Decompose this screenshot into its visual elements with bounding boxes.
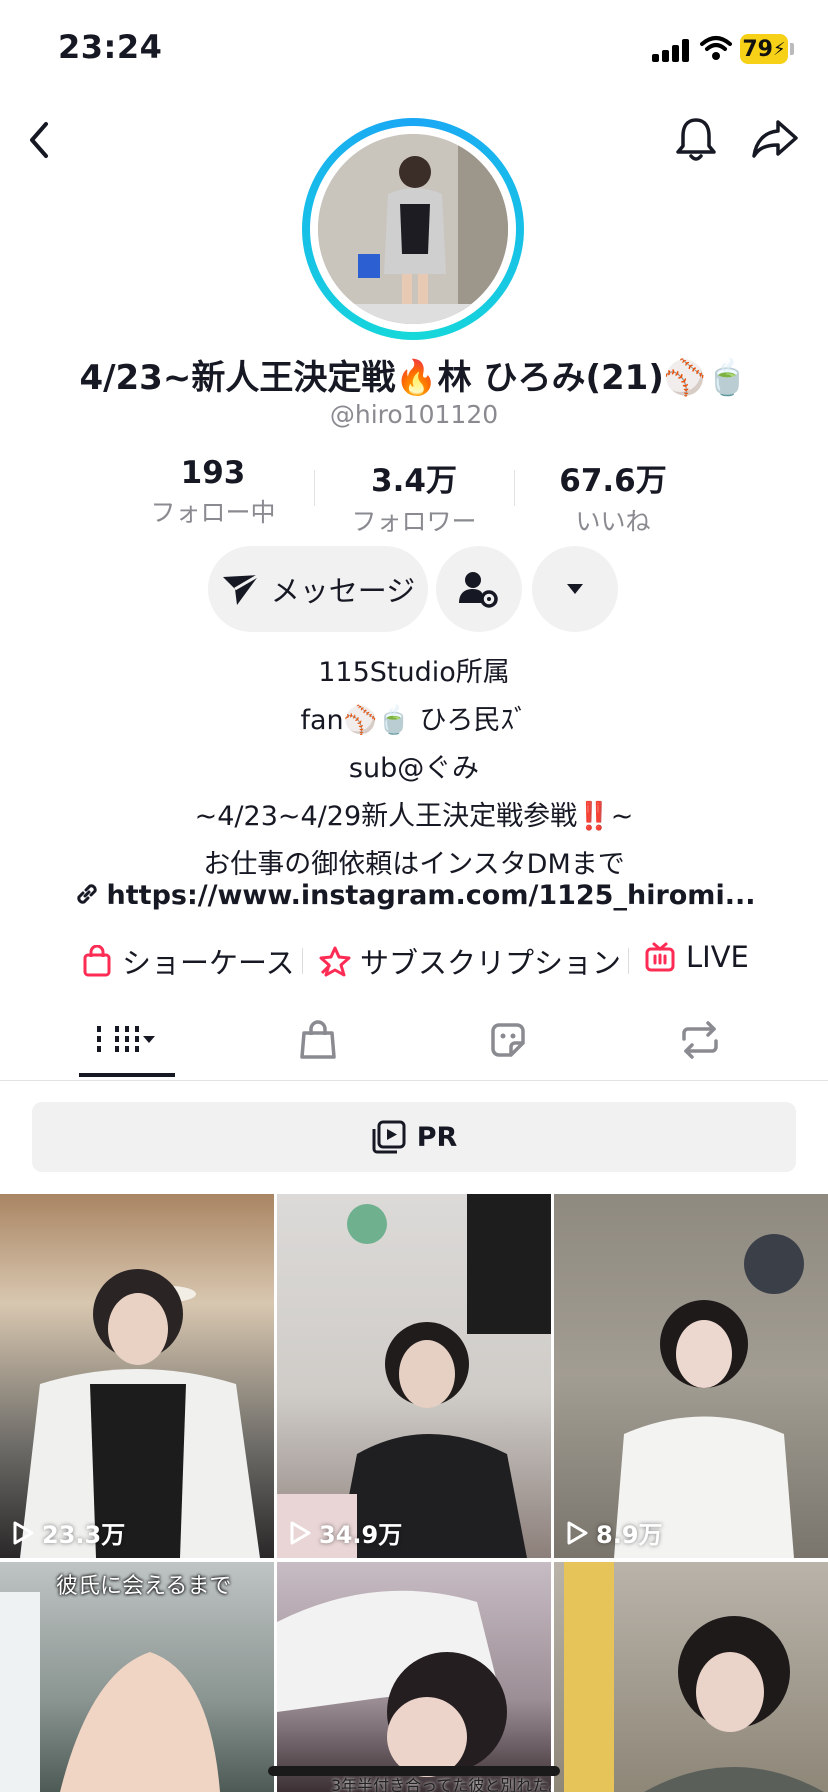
link-icon	[76, 884, 97, 904]
active-tab-indicator	[79, 1073, 175, 1077]
status-time: 23:24	[58, 28, 163, 66]
view-count: 8.9万	[566, 1515, 663, 1550]
video-thumbnail[interactable]: 23.3万	[0, 1194, 274, 1558]
share-icon[interactable]	[750, 116, 800, 162]
likes-count: 67.6万	[559, 463, 667, 499]
stat-divider	[514, 470, 515, 506]
stat-divider	[314, 470, 315, 506]
view-count-text: 23.3万	[42, 1521, 126, 1549]
link-divider	[302, 948, 303, 974]
tab-reposts[interactable]	[652, 1010, 748, 1070]
following-label: フォロー中	[150, 498, 276, 527]
bio-link[interactable]: https://www.instagram.com/1125_hiromi...	[0, 880, 828, 911]
live-tv-icon	[645, 942, 675, 972]
subscription-link[interactable]: サブスクリプション	[318, 940, 621, 982]
likes-label: いいね	[575, 507, 651, 536]
shopping-bag-icon	[83, 945, 111, 977]
caret-down-icon	[567, 584, 583, 594]
bio-link-text: https://www.instagram.com/1125_hiromi...	[106, 880, 756, 911]
view-count-text: 8.9万	[596, 1521, 663, 1549]
link-divider	[628, 948, 629, 974]
live-link[interactable]: LIVE	[644, 940, 749, 974]
back-icon[interactable]	[24, 118, 54, 162]
showcase-link[interactable]: ショーケース	[82, 940, 295, 982]
battery-indicator: 79 ⚡	[740, 34, 788, 64]
send-icon	[222, 573, 260, 605]
video-thumbnail[interactable]: 3年半付き合ってた彼と別れた。	[277, 1562, 551, 1792]
suggested-accounts-dropdown[interactable]	[532, 546, 618, 632]
tab-favorites[interactable]	[460, 1010, 556, 1070]
showcase-label: ショーケース	[122, 946, 295, 980]
view-count-text: 34.9万	[319, 1521, 403, 1549]
username: @hiro101120	[329, 400, 499, 429]
user-settings-icon	[459, 572, 498, 608]
bio-line: お仕事の御依頼はインスタDMまで	[203, 849, 625, 880]
live-label: LIVE	[686, 940, 749, 974]
play-icon	[290, 1521, 311, 1544]
notification-bell-icon[interactable]	[672, 114, 720, 164]
bag-icon	[300, 1020, 336, 1059]
bio-line: ~4/23~4/29新人王決定戦参戦‼️~	[194, 801, 634, 832]
view-count: 34.9万	[289, 1515, 402, 1550]
profile-links-row: ショーケース サブスクリプション LIVE	[0, 940, 828, 980]
pr-button[interactable]: PR	[32, 1102, 796, 1172]
message-button[interactable]: メッセージ	[208, 546, 428, 632]
cellular-signal-icon	[652, 38, 692, 62]
tab-videos[interactable]	[79, 1010, 175, 1070]
repost-icon	[682, 1021, 718, 1059]
message-label: メッセージ	[270, 574, 416, 608]
pr-videos-icon	[372, 1120, 406, 1154]
stat-followers[interactable]: 3.4万 フォロワー	[324, 455, 504, 538]
tabs-divider	[0, 1080, 828, 1081]
view-count: 23.3万	[12, 1515, 125, 1550]
stat-following[interactable]: 193 フォロー中	[123, 455, 303, 529]
tab-shop[interactable]	[270, 1010, 366, 1070]
sticker-icon	[491, 1023, 525, 1057]
avatar[interactable]	[318, 134, 508, 324]
bio-line: sub@ぐみ	[348, 753, 480, 784]
video-caption: 彼氏に会えるまで	[56, 1574, 232, 1599]
video-thumbnail[interactable]: 8.9万	[554, 1194, 828, 1558]
wifi-icon	[700, 36, 732, 60]
subscription-label: サブスクリプション	[360, 946, 622, 980]
following-count: 193	[180, 455, 246, 491]
subscription-star-icon	[319, 946, 351, 977]
stat-likes[interactable]: 67.6万 いいね	[523, 455, 703, 538]
video-thumbnail[interactable]: 34.9万	[277, 1194, 551, 1558]
bio-line: 115Studio所属	[318, 657, 510, 688]
bio-line: fan⚾️🍵 ひろ民ｽﾞ	[300, 705, 528, 736]
followers-label: フォロワー	[351, 507, 477, 536]
grid-icon	[97, 1026, 155, 1054]
home-indicator	[268, 1766, 560, 1776]
play-icon	[13, 1521, 34, 1544]
follow-settings-button[interactable]	[436, 546, 522, 632]
play-icon	[567, 1521, 588, 1544]
pr-label: PR	[416, 1121, 458, 1153]
battery-level: 79	[742, 36, 773, 62]
battery-nub	[790, 43, 794, 55]
video-thumbnail[interactable]: 彼氏に会えるまで	[0, 1562, 274, 1792]
display-name: 4/23~新人王決定戦🔥林 ひろみ(21)⚾️🍵	[79, 358, 749, 398]
video-thumbnail[interactable]	[554, 1562, 828, 1792]
followers-count: 3.4万	[371, 463, 457, 499]
